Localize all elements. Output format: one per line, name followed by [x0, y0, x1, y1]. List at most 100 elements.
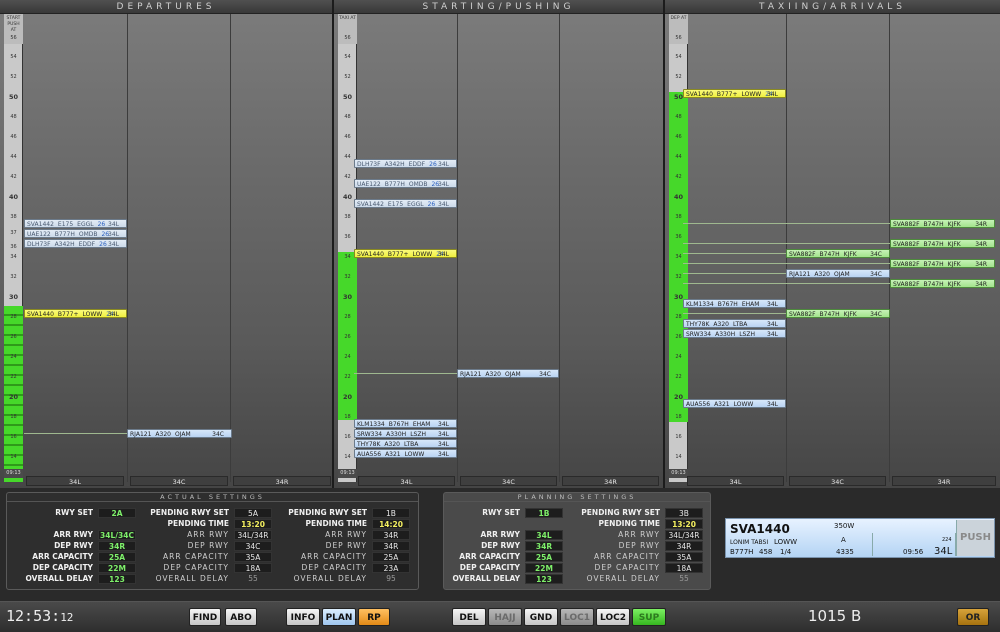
loc2-button[interactable]: LOC2 [596, 608, 630, 626]
flight-strip[interactable]: UAE122 B777H OMDB 26 34L [24, 229, 127, 238]
info-button[interactable]: INFO [286, 608, 320, 626]
actual-pending2-pending_set-value[interactable]: 1B [372, 508, 410, 518]
actual-pending2-pending_set-label: PENDING RWY SET [288, 508, 367, 517]
selected-flight-strip[interactable]: SVA1440 350W LONIM TABSI LOWW A B777H 45… [725, 518, 995, 558]
time-ruler: DEP AT 56 54 52 50 48 46 44 42 40 38 36 34 32 30 28 26 2… [669, 14, 688, 482]
flight-strip[interactable]: KLM1334 B767H EHAM 34L [354, 419, 457, 428]
runway-label-34c[interactable]: 34C [789, 476, 886, 486]
flight-strip[interactable]: SRW334 A330H LSZH 34L [354, 429, 457, 438]
plan-button[interactable]: PLAN [322, 608, 356, 626]
flight-strip[interactable]: SVA882F B747H KJFK 34R [890, 239, 995, 248]
flight-strip[interactable]: UAE122 B777H OMDB 26 34L [354, 179, 457, 188]
push-button[interactable]: PUSH [956, 520, 994, 556]
abo-button[interactable]: ABO [225, 608, 257, 626]
runway-label-34r[interactable]: 34R [892, 476, 996, 486]
find-button[interactable]: FIND [189, 608, 221, 626]
runway-label-34l[interactable]: 34L [687, 476, 784, 486]
flight-strip[interactable]: THY78K A320 LTBA 34L [354, 439, 457, 448]
column-divider [889, 14, 890, 482]
flight-strip[interactable]: RJA121 A320 OJAM 34C [786, 269, 890, 278]
actual-pending2-dep_cap-value[interactable]: 23A [372, 563, 410, 573]
flight-strip[interactable]: DLH73F A342H EDDF 26 34L [24, 239, 127, 248]
planning-dep_rwy-value[interactable]: 34R [525, 541, 563, 551]
flight-strip[interactable]: SVA1440 B777+ LOWW 24 34L [354, 249, 457, 258]
planning-pending-delay-value[interactable]: 55 [665, 574, 703, 584]
planning-pending-pending_set-value[interactable]: 3B [665, 508, 703, 518]
actual-pending1-arr_rwy-value[interactable]: 34L/34R [234, 530, 272, 540]
flight-strip[interactable]: SVA882F B747H KJFK 34R [890, 279, 995, 288]
actual-pending1-dep_cap-value[interactable]: 18A [234, 563, 272, 573]
planning-pending-arr_cap-value[interactable]: 35A [665, 552, 703, 562]
flight-strip[interactable]: SVA1442 E175 EGGL 26 34L [24, 219, 127, 228]
flight-strip[interactable]: AUA556 A321 LOWW 34L [683, 399, 786, 408]
ruler-tick: 24 [344, 354, 351, 360]
flight-strip[interactable]: SVA1440 B777+ LOWW 24 34L [683, 89, 786, 98]
runway-label-34l[interactable]: 34L [26, 476, 124, 486]
planning-delay-value[interactable]: 123 [525, 574, 563, 584]
actual-arr_cap-value[interactable]: 25A [98, 552, 136, 562]
flight-strip[interactable]: SVA882F B747H KJFK 34C [786, 309, 890, 318]
flight-strip[interactable]: RJA121 A320 OJAM 34C [127, 429, 232, 438]
rp-button[interactable]: RP [358, 608, 390, 626]
runway-label-34r[interactable]: 34R [233, 476, 331, 486]
actual-pending1-delay-value[interactable]: 55 [234, 574, 272, 584]
flight-callsign: SVA1440 [730, 522, 790, 536]
runway-label-34c[interactable]: 34C [130, 476, 228, 486]
del-button[interactable]: DEL [452, 608, 486, 626]
planning-pending-dep_rwy-value[interactable]: 34R [665, 541, 703, 551]
planning-pending-dep_cap-value[interactable]: 18A [665, 563, 703, 573]
actual-pending1-dep_rwy-value[interactable]: 34C [234, 541, 272, 551]
actual-arr_rwy-value[interactable]: 34L/34C [98, 530, 136, 540]
flight-strip[interactable]: SVA882F B747H KJFK 34R [890, 259, 995, 268]
flight-strip[interactable]: AUA556 A321 LOWW 34L [354, 449, 457, 458]
planning-arr_cap-value[interactable]: 25A [525, 552, 563, 562]
actual-dep_rwy-value[interactable]: 34R [98, 541, 136, 551]
flight-strip[interactable]: SRW334 A330H LSZH 34L [683, 329, 786, 338]
actual-pending2-delay-value[interactable]: 95 [372, 574, 410, 584]
app: DEPARTURES START PUSH AT 56 54 52 50 48 46 44 4… [0, 0, 1000, 632]
hajj-button[interactable]: HAJJ [488, 608, 522, 626]
ruler-tick: 52 [10, 74, 17, 80]
strip-destination: EGGL [77, 221, 94, 228]
ruler-tick: 36 [10, 244, 17, 250]
loc1-button[interactable]: LOC1 [560, 608, 594, 626]
actual-pending2-pending_time-value[interactable]: 14:20 [372, 519, 410, 529]
flight-strip[interactable]: DLH73F A342H EDDF 26 34L [354, 159, 457, 168]
strip-runway: 34L [438, 251, 449, 258]
actual-pending1-pending_set-value[interactable]: 5A [234, 508, 272, 518]
runway-label-34r[interactable]: 34R [562, 476, 659, 486]
flight-strip[interactable]: SVA882F B747H KJFK 34R [890, 219, 995, 228]
flight-strip[interactable]: SVA1442 E175 EGGL 26 34L [354, 199, 457, 208]
planning-dep_cap-value[interactable]: 22M [525, 563, 563, 573]
or-button[interactable]: OR [957, 608, 989, 626]
ruler-tick: 20 [342, 393, 353, 401]
strip-destination: KJFK [947, 281, 961, 288]
runway-label-34c[interactable]: 34C [460, 476, 557, 486]
actual-pending1-arr_cap-value[interactable]: 35A [234, 552, 272, 562]
actual-dep_cap-value[interactable]: 22M [98, 563, 136, 573]
planning-pending-pending_time-value[interactable]: 13:20 [665, 519, 703, 529]
flight-strip[interactable]: SVA1440 B777+ LOWW 24 34L [24, 309, 127, 318]
actual-pending2-arr_cap-value[interactable]: 25A [372, 552, 410, 562]
strip-destination: LOWW [82, 311, 103, 318]
actual-delay-value[interactable]: 123 [98, 574, 136, 584]
planning-arr_rwy-value[interactable]: 34L [525, 530, 563, 540]
flight-strip[interactable]: SVA882F B747H KJFK 34C [786, 249, 890, 258]
flight-strip[interactable]: KLM1334 B767H EHAM 34L [683, 299, 786, 308]
actual-pending1-pending_time-value[interactable]: 13:20 [234, 519, 272, 529]
gnd-button[interactable]: GND [524, 608, 558, 626]
strip-destination: OMDB [408, 181, 428, 188]
strip-destination: LTBA [732, 321, 748, 328]
actual-rwy_set-value[interactable]: 2A [98, 508, 136, 518]
strip-runway: 34R [975, 241, 987, 248]
flight-strip[interactable]: RJA121 A320 OJAM 34C [457, 369, 559, 378]
strip-runway: 34L [108, 311, 119, 318]
planning-pending-arr_rwy-value[interactable]: 34L/34R [665, 530, 703, 540]
planning-pending-arr_cap-label: ARR CAPACITY [594, 552, 660, 561]
flight-strip[interactable]: THY78K A320 LTBA 34L [683, 319, 786, 328]
actual-pending2-dep_rwy-value[interactable]: 34R [372, 541, 410, 551]
runway-label-34l[interactable]: 34L [358, 476, 455, 486]
sup-button[interactable]: SUP [632, 608, 666, 626]
actual-pending2-arr_rwy-value[interactable]: 34R [372, 530, 410, 540]
planning-rwy_set-value[interactable]: 1B [525, 508, 563, 518]
